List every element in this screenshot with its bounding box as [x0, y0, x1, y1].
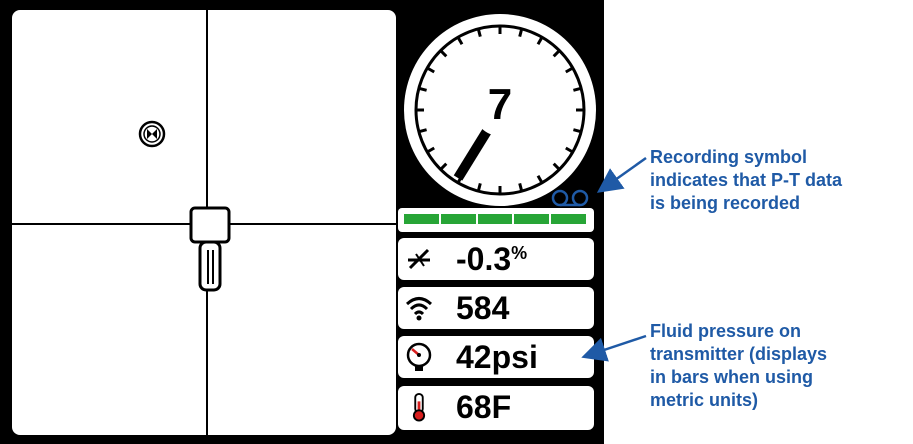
dial-tick: [573, 86, 582, 92]
dial-tick: [418, 128, 427, 134]
signal-readout: 584: [398, 287, 594, 329]
receiver-position-icon: [189, 206, 231, 292]
temperature-value: 68F: [456, 389, 512, 425]
pressure-annotation-line: Fluid pressure on: [650, 321, 802, 341]
dial-tick: [476, 183, 482, 192]
pitch-unit: %: [511, 243, 528, 263]
recording-annotation-line: is being recorded: [650, 193, 801, 213]
recording-callout-arrow: [596, 156, 647, 193]
recording-annotation-line: indicates that P-T data: [650, 170, 843, 190]
signal-segment: [477, 214, 515, 224]
signal-value: 584: [456, 290, 510, 326]
pitch-readout: -0.3%: [398, 238, 594, 280]
locator-display: 7 -0.3% 584 42psi 68F: [0, 0, 604, 444]
signal-strength-bar: [398, 208, 594, 232]
dial-tick: [518, 28, 524, 37]
thermometer-icon: [412, 392, 426, 422]
signal-segment: [514, 214, 552, 224]
pressure-annotation: Fluid pressure on transmitter (displays …: [650, 320, 827, 412]
pressure-annotation-line: metric units): [650, 390, 759, 410]
pitch-value: -0.3%: [456, 241, 528, 277]
recording-icon: [551, 189, 589, 207]
target-ball-icon: [138, 120, 166, 148]
recording-annotation: Recording symbol indicates that P-T data…: [650, 146, 842, 215]
pressure-readout: 42psi: [398, 336, 594, 378]
signal-segment: [404, 214, 441, 224]
pressure-value: 42psi: [456, 339, 538, 375]
pressure-annotation-line: transmitter (displays: [650, 344, 828, 364]
pressure-annotation-line: in bars when using: [650, 367, 814, 387]
locate-screen: [12, 10, 396, 435]
signal-segment: [551, 214, 588, 224]
depth-value: 7: [487, 80, 513, 129]
temperature-readout: 68F: [398, 386, 594, 430]
dial-tick: [418, 86, 427, 92]
signal-segment: [440, 214, 478, 224]
dial-tick: [518, 183, 524, 192]
dial-tick: [476, 28, 482, 37]
pitch-icon: [408, 248, 430, 270]
dial-tick: [573, 128, 582, 134]
pressure-gauge-icon: [406, 342, 432, 371]
wifi-signal-icon: [405, 297, 433, 321]
recording-annotation-line: Recording symbol: [650, 147, 808, 167]
